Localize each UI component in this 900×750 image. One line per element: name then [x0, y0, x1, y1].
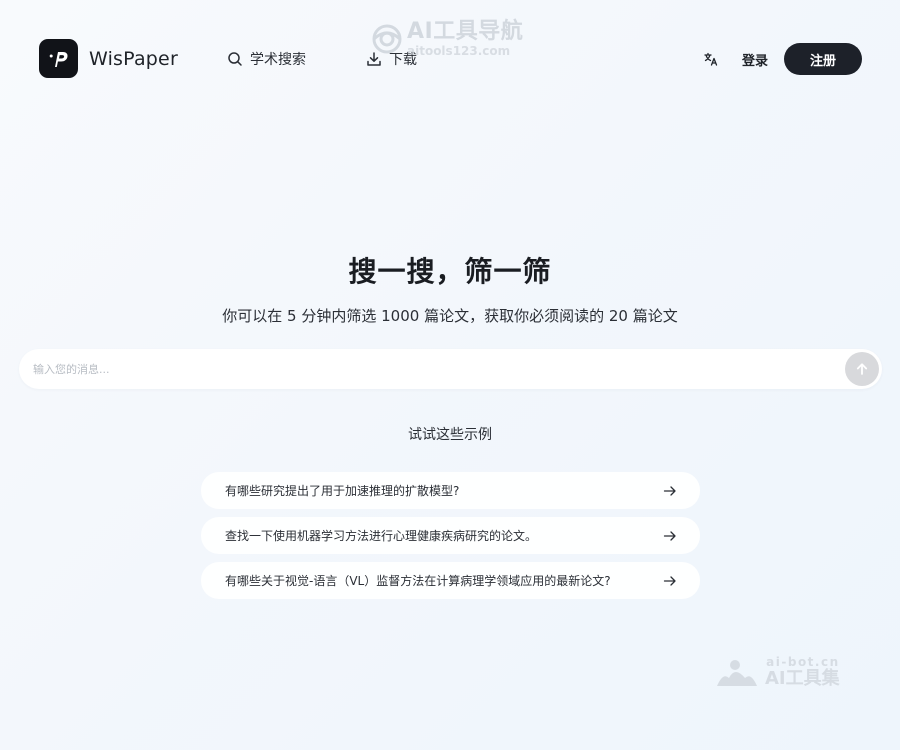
arrow-right-icon	[663, 575, 676, 586]
message-search-box	[19, 349, 882, 389]
arrow-up-icon	[856, 363, 868, 375]
watermark-bottom-title: AI工具集	[765, 668, 840, 689]
logo-mark-icon	[39, 39, 78, 78]
examples-list: 有哪些研究提出了用于加速推理的扩散模型? 查找一下使用机器学习方法进行心理健康疾…	[201, 472, 700, 607]
translate-icon[interactable]	[703, 51, 719, 67]
brand-logo[interactable]: WisPaper	[39, 39, 178, 78]
signup-button[interactable]: 注册	[784, 43, 862, 75]
example-item-diffusion[interactable]: 有哪些研究提出了用于加速推理的扩散模型?	[201, 472, 700, 509]
hero-title: 搜一搜，筛一筛	[348, 255, 552, 288]
login-button[interactable]: 登录	[742, 50, 768, 69]
watermark-aitools: AI工具导航 aitools123.com	[371, 20, 523, 57]
nav-academic-search[interactable]: 学术搜索	[227, 49, 306, 69]
example-text: 有哪些研究提出了用于加速推理的扩散模型?	[225, 484, 460, 498]
example-item-pathology[interactable]: 有哪些关于视觉-语言（VL）监督方法在计算病理学领域应用的最新论文?	[201, 562, 700, 599]
example-text: 查找一下使用机器学习方法进行心理健康疾病研究的论文。	[225, 529, 538, 543]
example-item-mental-health[interactable]: 查找一下使用机器学习方法进行心理健康疾病研究的论文。	[201, 517, 700, 554]
arrow-right-icon	[663, 485, 676, 496]
nav-academic-search-label: 学术搜索	[250, 52, 306, 68]
swirl-logo-icon	[372, 24, 402, 53]
hero-subtitle: 你可以在 5 分钟内筛选 1000 篇论文，获取你必须阅读的 20 篇论文	[222, 307, 678, 325]
example-text: 有哪些关于视觉-语言（VL）监督方法在计算病理学领域应用的最新论文?	[225, 574, 611, 588]
mountain-logo-icon	[717, 659, 757, 686]
watermark-title: AI工具导航	[407, 19, 524, 44]
top-header: WisPaper 学术搜索 下载 AI工具导航 aitools123.com 登…	[0, 0, 900, 120]
brand-name: WisPaper	[89, 47, 178, 70]
send-button[interactable]	[845, 352, 879, 386]
watermark-ai-bot: ai-bot.cn AI工具集	[715, 656, 840, 689]
search-icon	[228, 52, 242, 66]
message-input[interactable]	[33, 349, 833, 389]
examples-heading: 试试这些示例	[408, 427, 492, 443]
watermark-url: aitools123.com	[407, 44, 511, 58]
arrow-right-icon	[663, 530, 676, 541]
